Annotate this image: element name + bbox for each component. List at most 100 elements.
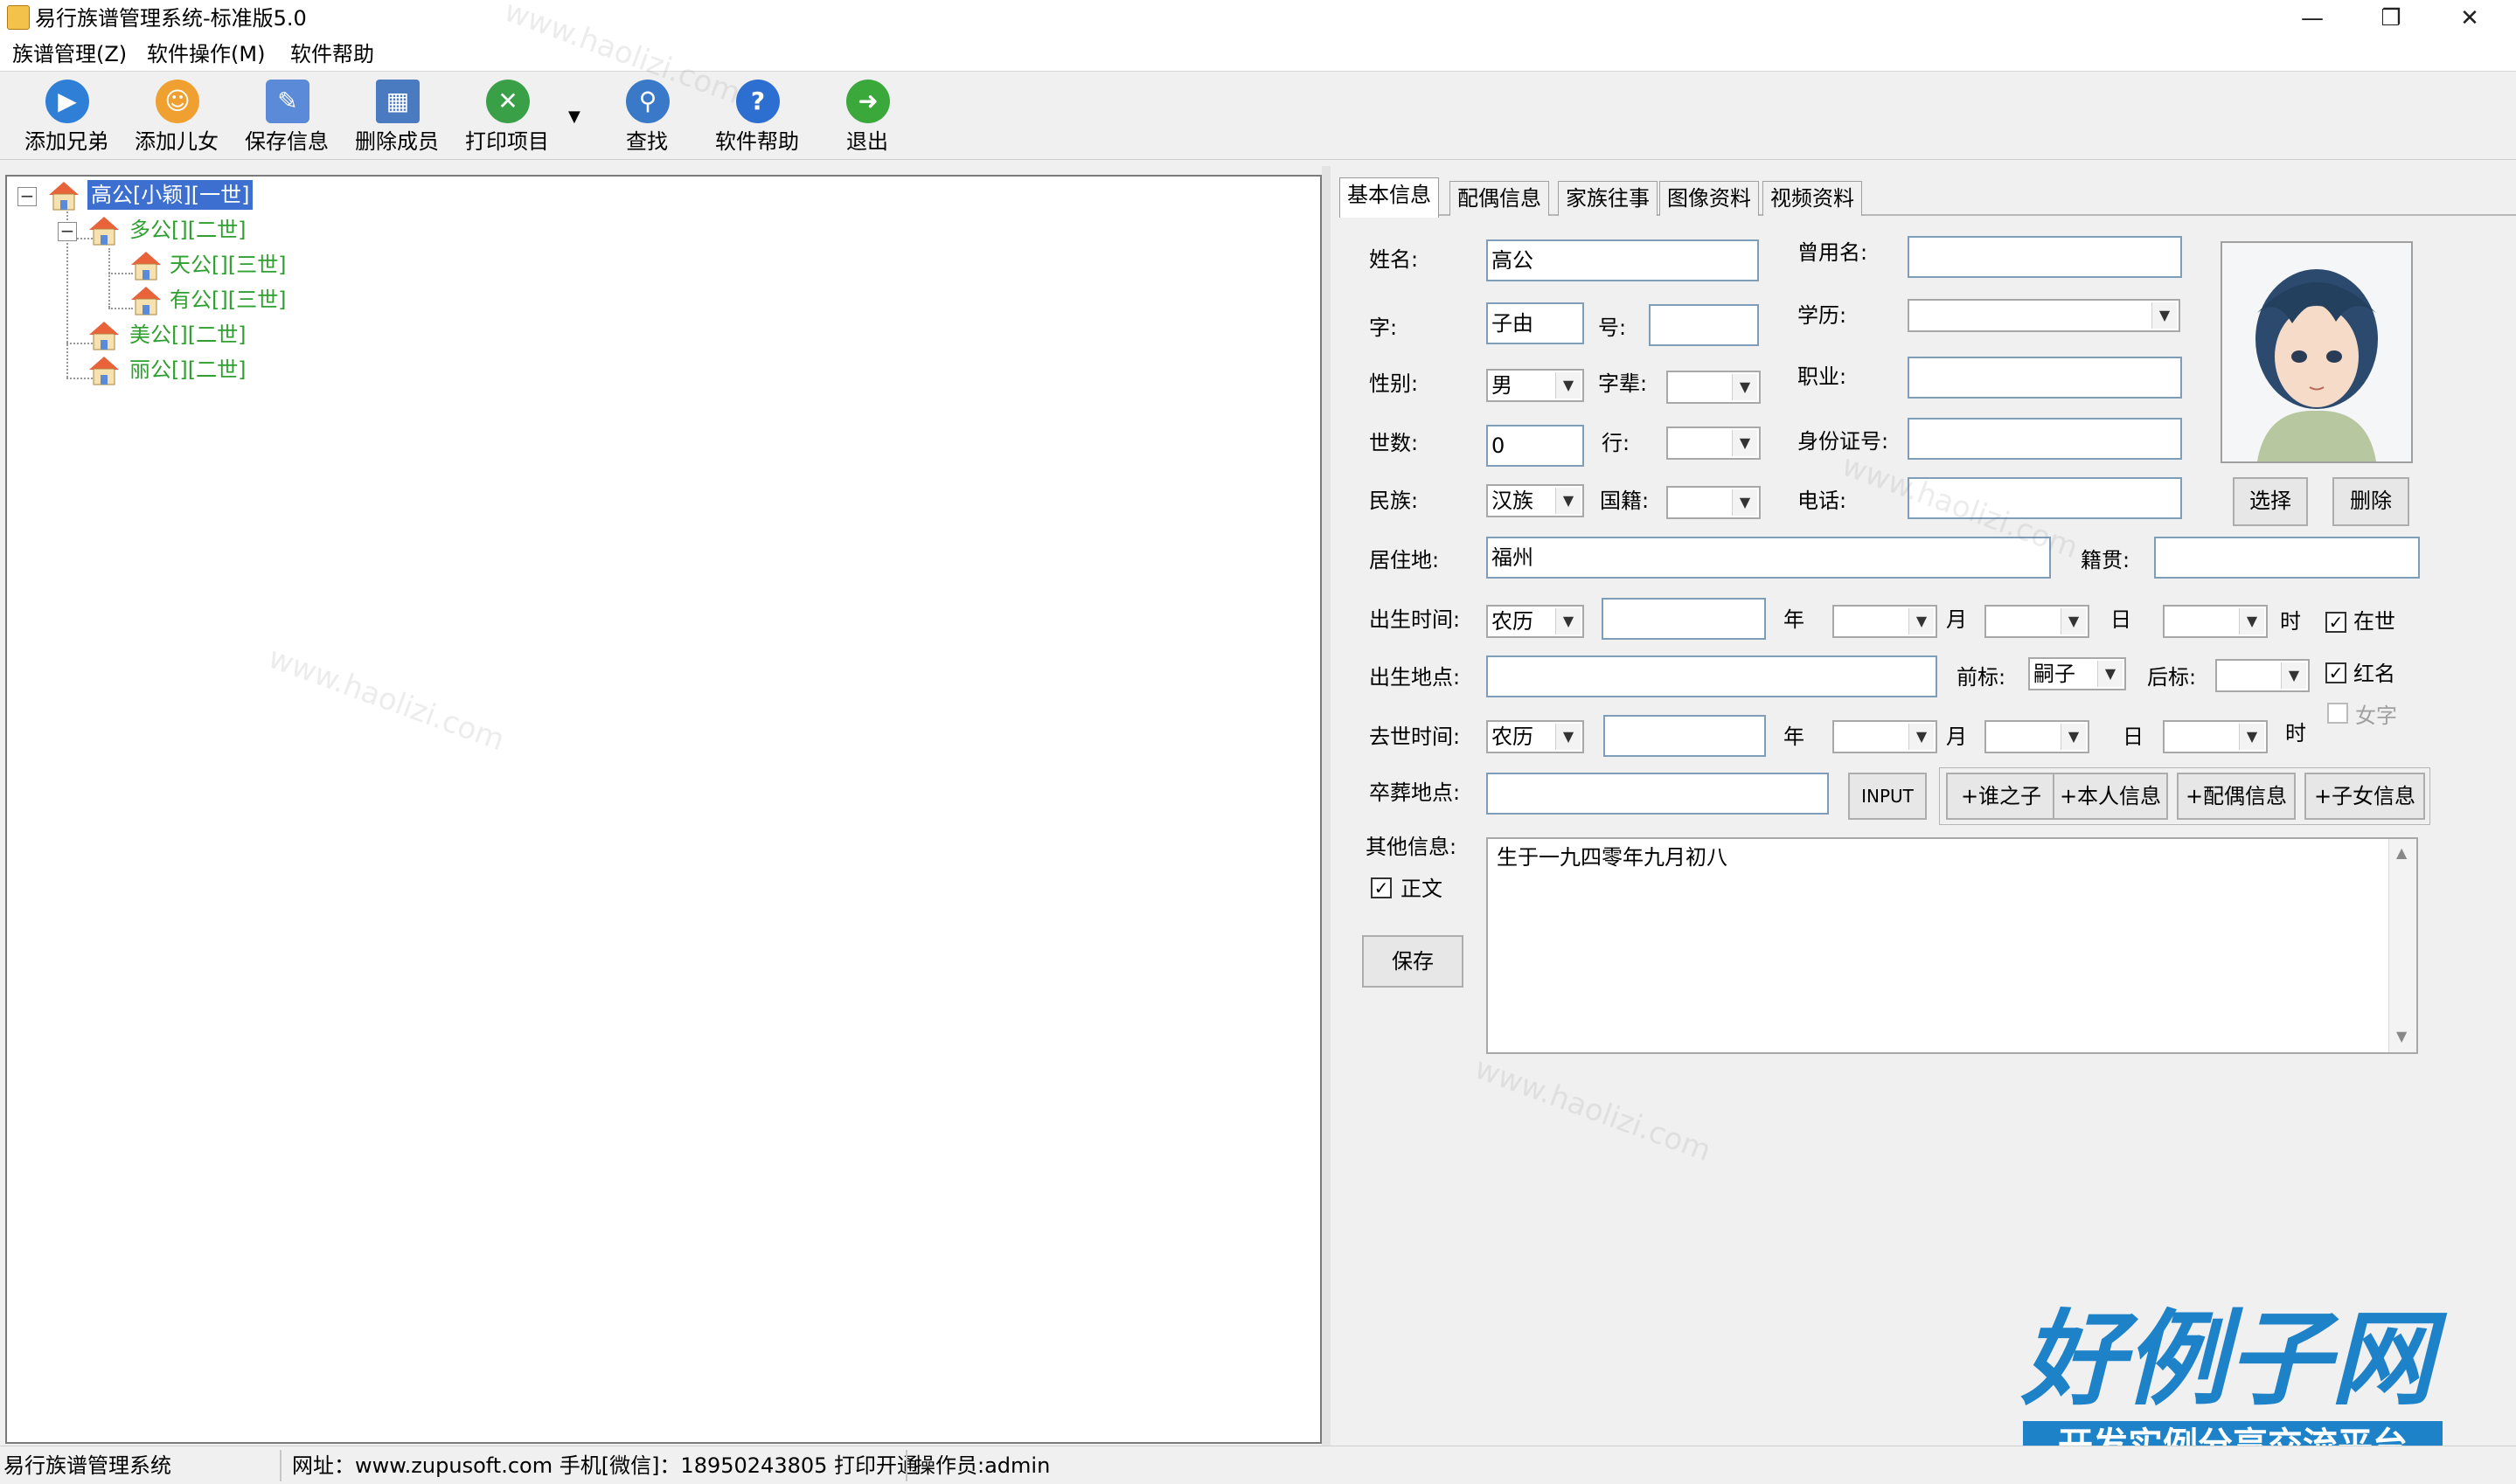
exit-arrow-icon: ➜ [846,80,890,123]
save-button[interactable]: 保存 [1362,935,1463,988]
add-self-info-button[interactable]: +本人信息 [2053,773,2168,820]
tree-connector [108,248,110,308]
tree-node-yougong[interactable]: 有公[][三世] [170,285,286,315]
name-field[interactable]: 高公 [1486,239,1759,281]
other-info-textarea[interactable]: 生于一九四零年九月初八 ▲ ▼ [1486,837,2418,1054]
delete-member-button[interactable]: ▦ 删除成员 [344,78,449,156]
generation-field[interactable]: 0 [1486,425,1584,467]
user-add-icon: ☺ [156,80,199,123]
red-name-label: 红名 [2353,662,2395,686]
birth-place-field[interactable] [1486,655,1937,697]
job-field[interactable] [1908,357,2182,399]
job-label: 职业: [1797,364,1847,389]
add-sibling-button[interactable]: ▶ 添加兄弟 [14,78,119,156]
status-app-name: 易行族谱管理系统 [3,1453,171,1478]
birth-year-select[interactable]: ▼ [1832,605,1937,638]
alive-label: 在世 [2353,609,2395,634]
house-icon [131,287,161,316]
zi-label: 字: [1369,316,1398,340]
select-photo-button[interactable]: 选择 [2233,477,2308,526]
hang-select[interactable]: ▼ [1666,426,1761,460]
hao-field[interactable] [1649,304,1759,346]
education-select[interactable]: ▼ [1908,299,2180,332]
tab-spouse-info[interactable]: 配偶信息 [1449,181,1549,216]
tab-family-history[interactable]: 家族往事 [1558,181,1658,216]
chevron-down-icon: ▼ [2061,608,2086,635]
scroll-up-icon[interactable]: ▲ [2396,844,2407,861]
chevron-down-icon: ▼ [1555,724,1581,750]
minimize-icon[interactable]: — [2273,0,2352,37]
menu-help[interactable]: 软件帮助 [290,40,374,68]
tree-node-meigong[interactable]: 美公[][二世] [129,320,246,350]
birth-day-select[interactable]: ▼ [2163,605,2268,638]
zi-field[interactable]: 子由 [1486,302,1584,344]
menu-genealogy[interactable]: 族谱管理(Z) [12,40,127,68]
add-child-button[interactable]: ☺ 添加儿女 [124,78,229,156]
red-name-checkbox[interactable]: ✓ [2325,662,2346,683]
zibei-select[interactable]: ▼ [1666,371,1761,404]
search-globe-icon: ⚲ [626,80,670,123]
tab-images[interactable]: 图像资料 [1659,181,1759,216]
house-icon [131,252,161,281]
death-month-select[interactable]: ▼ [1984,720,2089,753]
suffix-select[interactable]: ▼ [2215,659,2310,692]
chevron-down-icon: ▼ [2239,724,2264,750]
birth-date-field[interactable] [1602,598,1766,640]
collapse-icon[interactable]: − [58,222,77,241]
main-text-checkbox[interactable]: ✓ [1371,877,1392,898]
nationality-select[interactable]: ▼ [1666,486,1761,519]
death-year-select[interactable]: ▼ [1832,720,1937,753]
tab-basic-info[interactable]: 基本信息 [1339,177,1439,218]
death-day-select[interactable]: ▼ [2163,720,2268,753]
portrait-avatar-icon [2222,243,2411,461]
tab-videos[interactable]: 视频资料 [1762,181,1862,216]
native-field[interactable] [2154,537,2420,579]
print-dropdown-icon[interactable]: ▼ [568,107,580,126]
name-label: 姓名: [1369,247,1419,272]
menu-operations[interactable]: 软件操作(M) [147,40,265,68]
delete-photo-button[interactable]: 删除 [2332,477,2409,526]
add-whose-son-button[interactable]: +谁之子 [1946,773,2056,820]
tree-node-tiangong[interactable]: 天公[][三世] [170,250,286,280]
close-icon[interactable]: ✕ [2430,0,2509,37]
tree-node-ligong[interactable]: 丽公[][二世] [129,355,246,385]
toolbar: ▶ 添加兄弟 ☺ 添加儿女 ✎ 保存信息 ▦ 删除成员 ✕ 打印项目 ▼ ⚲ 查… [0,73,2516,160]
input-button[interactable]: INPUT [1848,773,1927,820]
collapse-icon[interactable]: − [17,187,37,206]
help-button[interactable]: ? 软件帮助 [705,78,810,156]
prefix-select[interactable]: 嗣子 ▼ [2028,657,2126,690]
textarea-scrollbar[interactable]: ▲ ▼ [2388,839,2416,1052]
death-calendar-select[interactable]: 农历 ▼ [1486,720,1584,753]
add-children-info-button[interactable]: +子女信息 [2304,773,2425,820]
panel-splitter[interactable] [1322,166,1331,1451]
family-tree-panel[interactable]: − 高公[小颖][一世] − 多公[][二世] 天公[][三世] 有公[][三世… [5,175,1322,1444]
phone-field[interactable] [1908,477,2182,519]
print-button[interactable]: ✕ 打印项目 [455,78,559,156]
used-name-field[interactable] [1908,236,2182,278]
female-checkbox[interactable] [2327,703,2348,724]
add-spouse-info-button[interactable]: +配偶信息 [2177,773,2296,820]
search-button[interactable]: ⚲ 查找 [594,78,699,156]
ethnic-select[interactable]: 汉族 ▼ [1486,484,1584,517]
scroll-down-icon[interactable]: ▼ [2396,1028,2407,1044]
idcard-label: 身份证号: [1797,429,1889,454]
app-logo-icon [7,5,30,30]
gender-select[interactable]: 男 ▼ [1486,369,1584,402]
birth-calendar-select[interactable]: 农历 ▼ [1486,605,1584,638]
idcard-field[interactable] [1908,418,2182,460]
exit-button[interactable]: ➜ 退出 [815,78,920,156]
save-info-button[interactable]: ✎ 保存信息 [234,78,339,156]
restore-icon[interactable]: ❐ [2352,0,2430,37]
birth-month-select[interactable]: ▼ [1984,605,2089,638]
nationality-label: 国籍: [1600,489,1650,513]
death-date-field[interactable] [1603,715,1766,757]
alive-checkbox[interactable]: ✓ [2325,612,2346,633]
residence-field[interactable]: 福州 [1486,537,2051,579]
tree-node-gaogong[interactable]: 高公[小颖][一世] [87,180,254,210]
menu-bar: 族谱管理(Z) 软件操作(M) 软件帮助 [0,37,2516,72]
tree-node-duogong[interactable]: 多公[][二世] [129,215,246,245]
window-title: 易行族谱管理系统-标准版5.0 [35,6,307,31]
house-icon [89,357,119,385]
burial-field[interactable] [1486,773,1829,815]
generation-label: 世数: [1369,431,1419,455]
